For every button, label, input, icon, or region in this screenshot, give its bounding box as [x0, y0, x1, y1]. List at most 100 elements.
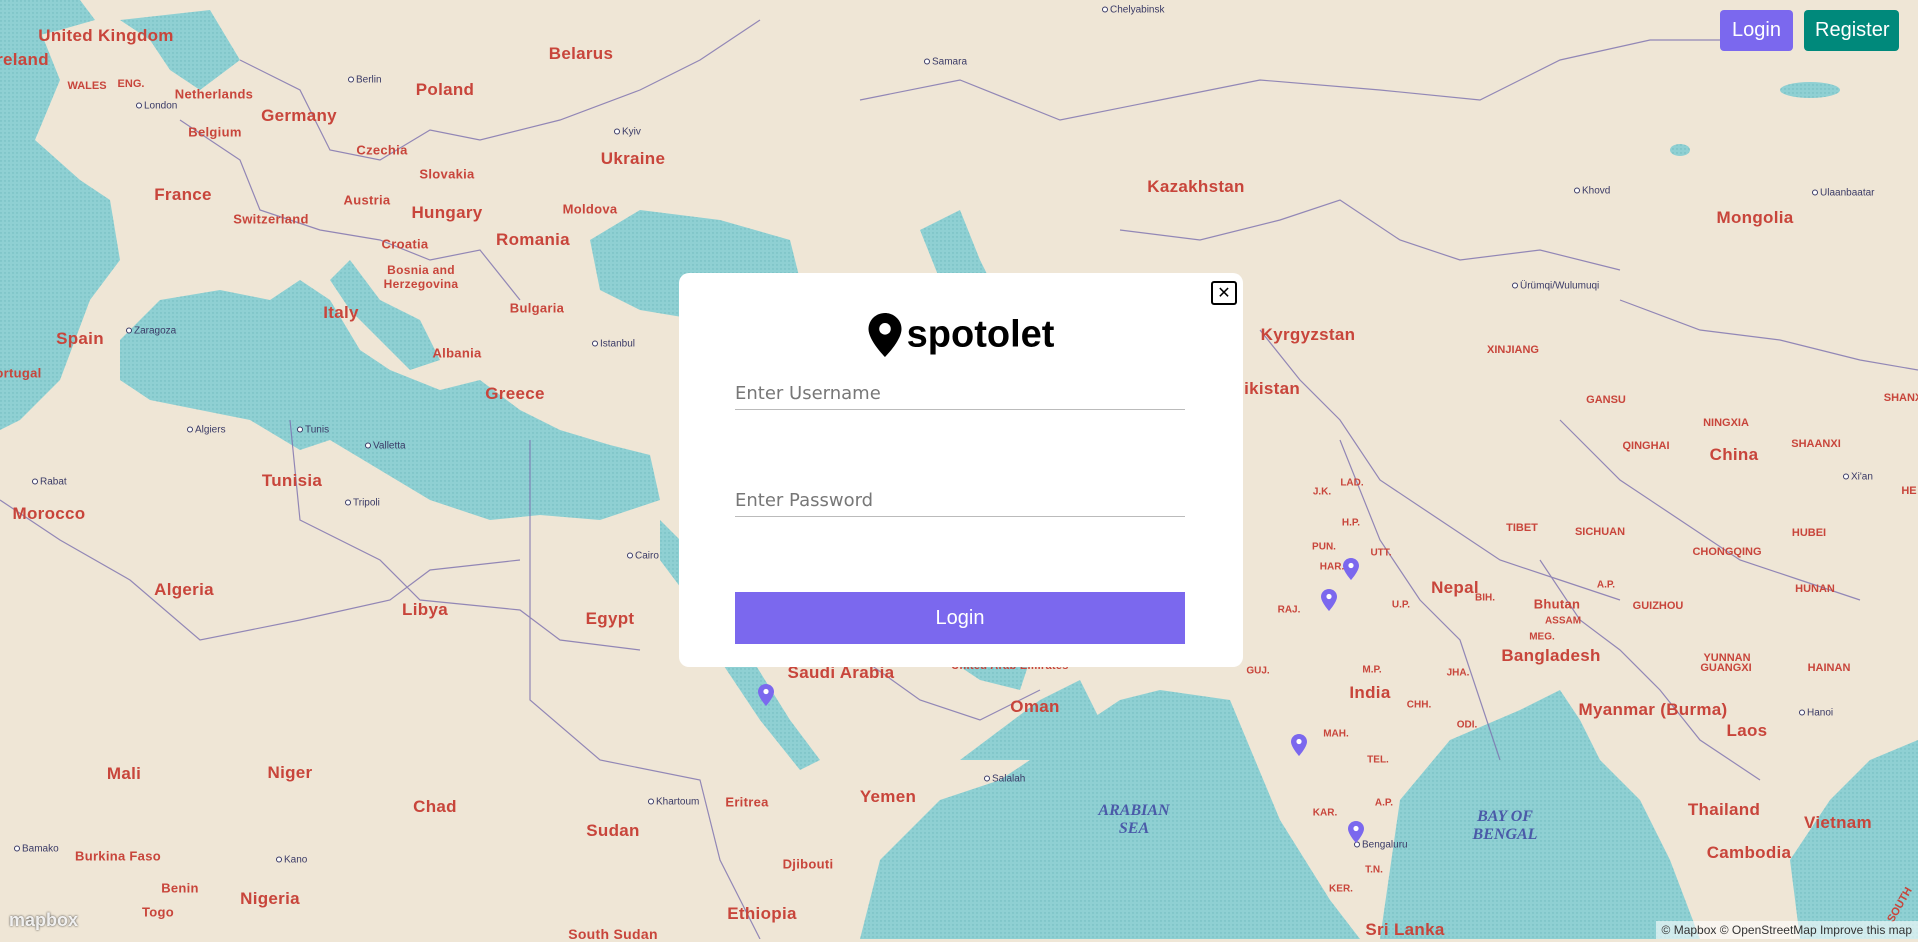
- map-label-country: Bhutan: [1533, 596, 1581, 612]
- map-label-region: XINJIANG: [1487, 344, 1539, 356]
- header-login-button[interactable]: Login: [1720, 10, 1793, 51]
- map-label-region: SHANX: [1883, 392, 1918, 404]
- map-label-state: M.P.: [1362, 664, 1382, 676]
- location-marker-icon[interactable]: [1343, 558, 1359, 580]
- map-label-country: France: [154, 185, 212, 204]
- map-label-state: ODI.: [1456, 719, 1478, 731]
- map-label-region: QINGHAI: [1622, 440, 1670, 452]
- map-label-country: South Sudan: [568, 926, 658, 942]
- password-input[interactable]: [735, 488, 1185, 517]
- map-label-city: Ürümqi/Wulumuqi: [1512, 281, 1599, 292]
- map-label-country: Poland: [415, 80, 475, 99]
- map-label-country: Burkina Faso: [75, 848, 161, 864]
- map-label-country: Nepal: [1431, 578, 1479, 597]
- map-label-region: GUANGXI: [1700, 662, 1752, 674]
- location-marker-icon[interactable]: [1321, 589, 1337, 611]
- map-label-country: Austria: [343, 192, 391, 208]
- map-label-country: Niger: [267, 763, 313, 782]
- map-label-country: Hungary: [411, 203, 483, 222]
- map-label-country: Oman: [1010, 697, 1060, 716]
- map-label-country: Algeria: [154, 580, 214, 599]
- map-label-country: Kyrgyzstan: [1260, 325, 1356, 344]
- map-attribution[interactable]: © Mapbox © OpenStreetMap Improve this ma…: [1655, 921, 1918, 939]
- map-label-region: SHAANXI: [1791, 438, 1841, 450]
- map-label-city: Kano: [276, 855, 307, 866]
- map-label-country: Albania: [432, 345, 482, 361]
- login-modal: ✕ spotolet Login: [679, 273, 1243, 667]
- location-marker-icon[interactable]: [1348, 821, 1364, 843]
- map-label-state: KER.: [1329, 883, 1353, 895]
- map-label-state: LAD.: [1340, 477, 1364, 489]
- close-button[interactable]: ✕: [1211, 281, 1237, 305]
- map-label-state: RAJ.: [1277, 604, 1301, 616]
- map-label-region: HE: [1901, 485, 1917, 497]
- map-label-city: Rabat: [32, 477, 67, 488]
- map-label-region: HAINAN: [1807, 662, 1851, 674]
- map-label-country: United Kingdom: [38, 26, 174, 45]
- map-label-country: India: [1349, 683, 1391, 702]
- map-label-state: CHH.: [1406, 699, 1432, 711]
- mapbox-logo[interactable]: mapbox: [9, 910, 78, 931]
- map-label-city: Khartoum: [648, 797, 699, 808]
- map-label-sea: ARABIAN SEA: [1098, 802, 1170, 837]
- map-label-state: U.P.: [1391, 599, 1411, 611]
- map-label-country: Ireland: [0, 50, 49, 69]
- map-label-city: Chelyabinsk: [1102, 5, 1164, 16]
- map-label-city: Ulaanbaatar: [1812, 188, 1874, 199]
- map-label-country: Spain: [56, 329, 104, 348]
- map-label-country: Tunisia: [261, 471, 323, 490]
- map-label-region: HUNAN: [1795, 583, 1835, 595]
- map-label-state: KAR.: [1312, 807, 1338, 819]
- location-marker-icon[interactable]: [758, 684, 774, 706]
- map-label-state: A.P.: [1596, 579, 1616, 591]
- map-label-country: Romania: [496, 230, 570, 249]
- map-label-country: Bangladesh: [1501, 646, 1601, 665]
- map-label-country: Belgium: [188, 124, 242, 140]
- map-label-region: SICHUAN: [1574, 526, 1626, 538]
- map-label-state: T.N.: [1365, 864, 1383, 876]
- map-label-city: Bamako: [14, 844, 59, 855]
- map-label-country: Morocco: [12, 504, 86, 523]
- map-label-state: ASSAM: [1544, 615, 1582, 627]
- map-label-city: Valletta: [365, 441, 406, 452]
- map-label-state: PUN.: [1312, 541, 1336, 553]
- map-label-state: BIH.: [1475, 592, 1495, 604]
- map-label-state: MAH.: [1323, 728, 1349, 740]
- map-label-country: Netherlands: [174, 86, 254, 102]
- map-label-state: H.P.: [1341, 517, 1361, 529]
- map-label-city: Berlin: [348, 75, 382, 86]
- map-label-city: Tripoli: [345, 498, 380, 509]
- map-label-country: Sri Lanka: [1365, 920, 1445, 939]
- map-label-city: Salalah: [984, 774, 1025, 785]
- map-label-country: Croatia: [381, 236, 429, 252]
- map-label-country: Mongolia: [1716, 208, 1794, 227]
- map-label-country: Togo: [142, 904, 174, 920]
- map-label-country: Portugal: [0, 365, 42, 381]
- map-label-state: TEL.: [1367, 754, 1389, 766]
- map-label-city: Khovd: [1574, 186, 1610, 197]
- map-label-region: NINGXIA: [1703, 417, 1749, 429]
- map-label-state: MEG.: [1529, 631, 1555, 643]
- header-register-button[interactable]: Register: [1804, 10, 1899, 51]
- map-label-state: HAR.: [1319, 561, 1345, 573]
- map-label-region: TIBET: [1506, 522, 1538, 534]
- map-label-country: Djibouti: [782, 856, 834, 872]
- map-label-state: UTT.: [1370, 547, 1392, 559]
- map-label-city: London: [136, 101, 177, 112]
- map-label-country: Vietnam: [1804, 813, 1872, 832]
- map-label-country: Bulgaria: [509, 300, 565, 316]
- map-label-country: Benin: [161, 880, 199, 896]
- username-input[interactable]: [735, 381, 1185, 410]
- map-label-region: WALES: [67, 80, 107, 92]
- map-label-city: Samara: [924, 57, 967, 68]
- map-label-city: Zaragoza: [126, 326, 176, 337]
- map-label-country: Eritrea: [725, 794, 769, 810]
- map-label-country: Cambodia: [1706, 843, 1792, 862]
- map-label-country: Egypt: [585, 609, 635, 628]
- map-label-region: CHONGQING: [1692, 546, 1762, 558]
- location-marker-icon[interactable]: [1291, 734, 1307, 756]
- login-submit-button[interactable]: Login: [735, 592, 1185, 644]
- map-label-sea: BAY OF BENGAL: [1472, 808, 1538, 843]
- map-label-country: Mali: [106, 764, 142, 783]
- map-label-country: Slovakia: [419, 166, 475, 182]
